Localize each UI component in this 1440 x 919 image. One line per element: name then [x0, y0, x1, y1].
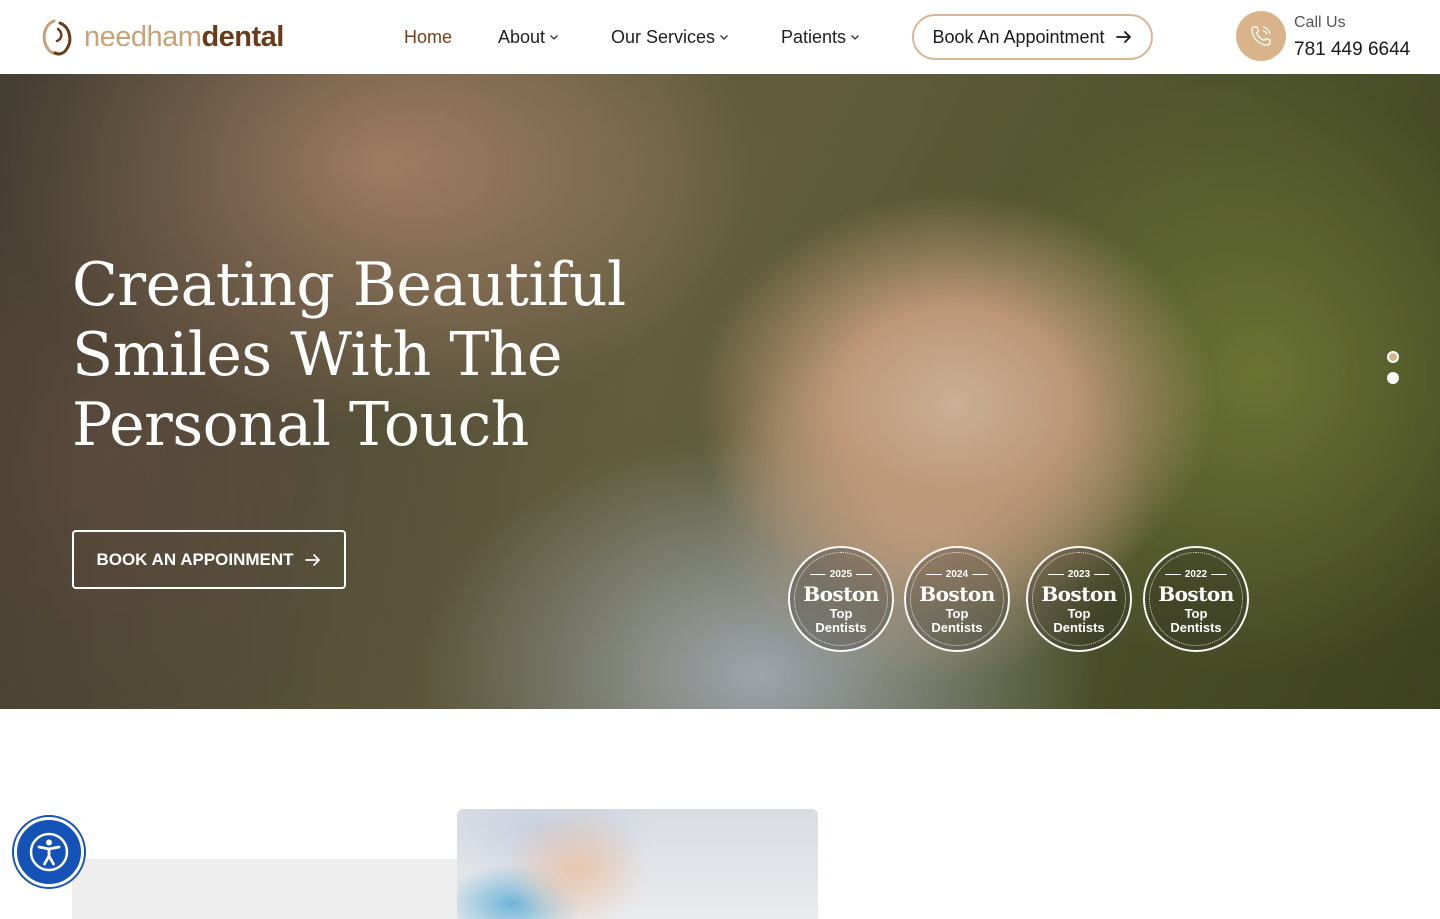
phone-icon	[1251, 26, 1271, 46]
hero-title: Creating Beautiful Smiles With The Perso…	[72, 250, 632, 460]
site-logo[interactable]: needhamdental	[38, 17, 284, 57]
chevron-down-icon	[851, 35, 860, 40]
book-appointment-button[interactable]: Book An Appointment	[912, 14, 1153, 60]
award-badge: 2025 Boston Top Dentists	[788, 546, 894, 652]
hero-title-line: Smiles With The	[72, 320, 563, 390]
logo-mark-icon	[42, 19, 72, 56]
call-us-label: Call Us	[1294, 14, 1346, 31]
accessibility-icon	[29, 832, 69, 872]
award-badge: 2022 Boston Top Dentists	[1143, 546, 1249, 652]
phone-number-link[interactable]: 781 449 6644	[1294, 39, 1410, 61]
arrow-right-icon	[1115, 31, 1131, 43]
hero-banner: Creating Beautiful Smiles With The Perso…	[0, 74, 1440, 709]
award-badge: 2024 Boston Top Dentists	[904, 546, 1010, 652]
nav-item-our-services[interactable]: Our Services	[611, 24, 729, 50]
nav-item-about[interactable]: About	[498, 24, 559, 50]
chevron-down-icon	[550, 35, 559, 40]
award-badge: 2023 Boston Top Dentists	[1026, 546, 1132, 652]
hero-title-line: Personal Touch	[72, 390, 529, 460]
nav-item-patients[interactable]: Patients	[781, 24, 860, 50]
nav-item-label: Home	[404, 26, 453, 47]
nav-item-label: About	[498, 26, 546, 47]
nav-item-label: Patients	[781, 26, 847, 47]
slider-dot-active[interactable]	[1387, 351, 1399, 363]
nav-item-label: Our Services	[611, 26, 716, 47]
slider-dot[interactable]	[1387, 372, 1399, 384]
chevron-down-icon	[720, 35, 728, 40]
site-header: needhamdental Home About Our Services Pa…	[0, 0, 1440, 74]
content-card	[72, 859, 506, 919]
hero-title-line: Creating Beautiful	[72, 250, 626, 320]
award-badges: 2025 Boston Top Dentists 2024 Boston Top…	[0, 546, 1440, 656]
nav-item-home[interactable]: Home	[404, 24, 452, 50]
dentist-photo	[457, 809, 818, 919]
accessibility-button[interactable]	[14, 817, 84, 887]
call-button[interactable]	[1236, 11, 1286, 61]
book-appointment-label: Book An Appointment	[932, 26, 1105, 47]
logo-wordmark: needhamdental	[84, 20, 284, 53]
